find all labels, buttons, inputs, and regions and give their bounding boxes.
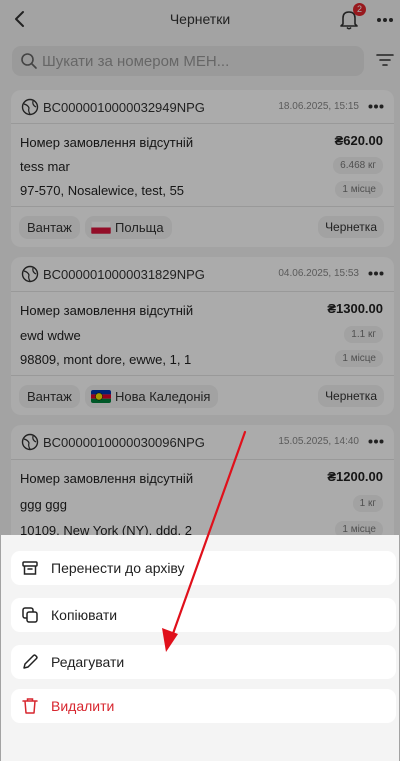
delete-label: Видалити	[51, 698, 115, 714]
copy-label: Копіювати	[51, 607, 118, 623]
archive-label: Перенести до архіву	[51, 560, 185, 576]
edit-label: Редагувати	[51, 654, 125, 670]
delete-button[interactable]: Видалити	[11, 689, 396, 723]
archive-button[interactable]: Перенести до архіву	[11, 551, 396, 585]
copy-icon	[22, 607, 38, 623]
copy-button[interactable]: Копіювати	[11, 598, 396, 632]
action-sheet: Перенести до архіву Копіювати Редагувати…	[1, 535, 399, 761]
edit-button[interactable]: Редагувати	[11, 645, 396, 679]
archive-icon	[22, 561, 38, 575]
pencil-icon	[23, 654, 38, 669]
trash-icon	[22, 698, 38, 714]
drafts-screen: Чернетки 2 BC0000010000032949NPG	[0, 0, 400, 761]
